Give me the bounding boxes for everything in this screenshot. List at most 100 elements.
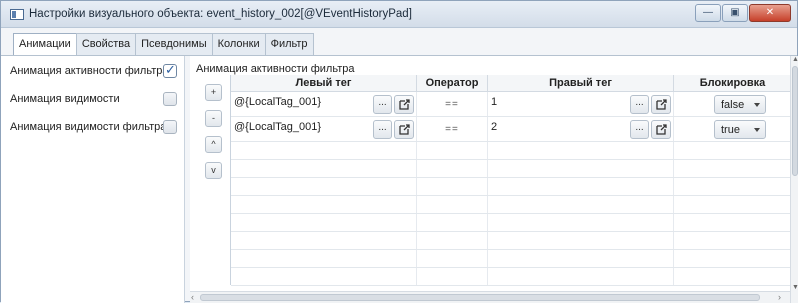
operator-cell[interactable]: ==: [417, 92, 488, 116]
operator-value: ==: [445, 124, 459, 135]
title-bar[interactable]: Настройки визуального объекта: event_his…: [1, 1, 797, 28]
empty-cell: [231, 178, 417, 195]
empty-row: [231, 232, 791, 250]
window-title: Настройки визуального объекта: event_his…: [29, 8, 412, 20]
empty-cell: [417, 196, 488, 213]
column-header-operator[interactable]: Оператор: [417, 75, 488, 92]
empty-cell: [417, 160, 488, 177]
right-tag-cell[interactable]: 1 ...: [488, 92, 674, 116]
left-tag-value: @{LocalTag_001}: [234, 121, 322, 133]
horizontal-scroll-thumb[interactable]: [200, 294, 760, 301]
empty-row: [231, 268, 791, 286]
tab-properties[interactable]: Свойства: [75, 33, 137, 55]
empty-cell: [488, 268, 674, 285]
empty-row: [231, 142, 791, 160]
table-header: Левый тег Оператор Правый тег Блокировка: [231, 75, 791, 92]
scroll-down-icon[interactable]: ▼: [792, 284, 798, 291]
external-link-icon: [399, 124, 410, 135]
animation-item-filter-activity[interactable]: Анимация активности фильтра: [10, 62, 180, 82]
left-tag-cell[interactable]: @{LocalTag_001} ...: [231, 92, 417, 116]
maximize-button[interactable]: ▣: [722, 4, 748, 22]
left-tag-cell[interactable]: @{LocalTag_001} ...: [231, 117, 417, 141]
tab-aliases[interactable]: Псевдонимы: [135, 33, 213, 55]
filter-visibility-checkbox[interactable]: [163, 120, 177, 134]
external-link-icon: [656, 99, 667, 110]
empty-cell: [488, 214, 674, 231]
external-link-icon: [656, 124, 667, 135]
lock-select[interactable]: true: [714, 120, 766, 139]
settings-window: Настройки визуального объекта: event_his…: [0, 0, 798, 303]
move-up-button[interactable]: ^: [205, 136, 222, 153]
empty-cell: [231, 142, 417, 159]
empty-row: [231, 178, 791, 196]
animation-label: Анимация активности фильтра: [10, 65, 169, 77]
filter-activity-checkbox[interactable]: [163, 62, 177, 78]
browse-right-tag-button[interactable]: ...: [630, 120, 649, 139]
empty-cell: [231, 196, 417, 213]
add-row-button[interactable]: +: [205, 84, 222, 101]
empty-cell: [488, 196, 674, 213]
vertical-scrollbar[interactable]: ▲ ▼: [790, 56, 798, 303]
empty-cell: [488, 178, 674, 195]
lock-cell: false: [674, 92, 791, 116]
scroll-right-icon[interactable]: ›: [778, 292, 781, 302]
open-left-tag-button[interactable]: [394, 120, 414, 139]
empty-cell: [488, 142, 674, 159]
empty-row: [231, 160, 791, 178]
chevron-down-icon: [754, 103, 760, 107]
empty-cell: [417, 232, 488, 249]
tab-filter[interactable]: Фильтр: [264, 33, 314, 55]
column-header-lock[interactable]: Блокировка: [674, 75, 791, 92]
table-row[interactable]: @{LocalTag_001} ... == 2 ... true: [231, 117, 791, 142]
empty-cell: [488, 160, 674, 177]
window-controls: — ▣ ✕: [695, 4, 791, 22]
scroll-left-icon[interactable]: ‹: [191, 292, 194, 302]
empty-row: [231, 250, 791, 268]
scroll-up-icon[interactable]: ▲: [792, 56, 798, 63]
empty-cell: [417, 178, 488, 195]
conditions-table: Левый тег Оператор Правый тег Блокировка…: [230, 75, 791, 286]
horizontal-scrollbar[interactable]: ‹ ›: [190, 291, 790, 303]
empty-cell: [231, 214, 417, 231]
empty-row: [231, 196, 791, 214]
chevron-down-icon: [754, 128, 760, 132]
browse-left-tag-button[interactable]: ...: [373, 120, 392, 139]
minimize-button[interactable]: —: [695, 4, 721, 22]
visibility-checkbox[interactable]: [163, 92, 177, 106]
lock-value: false: [721, 99, 745, 111]
move-down-button[interactable]: v: [205, 162, 222, 179]
empty-cell: [231, 250, 417, 267]
section-title: Анимация активности фильтра: [196, 63, 355, 75]
open-right-tag-button[interactable]: [651, 120, 671, 139]
vertical-scroll-thumb[interactable]: [792, 66, 798, 176]
open-right-tag-button[interactable]: [651, 95, 671, 114]
right-tag-value: 1: [491, 96, 498, 108]
tab-bar: Анимации Свойства Псевдонимы Колонки Фил…: [13, 33, 314, 56]
open-left-tag-button[interactable]: [394, 95, 414, 114]
animation-item-filter-visibility[interactable]: Анимация видимости фильтра: [10, 118, 180, 138]
empty-cell: [488, 250, 674, 267]
external-link-icon: [399, 99, 410, 110]
remove-row-button[interactable]: -: [205, 110, 222, 127]
right-tag-cell[interactable]: 2 ...: [488, 117, 674, 141]
column-header-right-tag[interactable]: Правый тег: [488, 75, 674, 92]
tab-animations[interactable]: Анимации: [13, 33, 77, 56]
browse-left-tag-button[interactable]: ...: [373, 95, 392, 114]
operator-cell[interactable]: ==: [417, 117, 488, 141]
lock-value: true: [721, 124, 740, 136]
empty-row: [231, 214, 791, 232]
tab-columns[interactable]: Колонки: [211, 33, 266, 55]
animation-list: Анимация активности фильтра Анимация вид…: [1, 56, 185, 303]
animation-editor: Анимация активности фильтра + - ^ v Левы…: [190, 56, 791, 303]
browse-right-tag-button[interactable]: ...: [630, 95, 649, 114]
animation-item-visibility[interactable]: Анимация видимости: [10, 90, 180, 110]
empty-cell: [231, 232, 417, 249]
empty-cell: [231, 268, 417, 285]
close-button[interactable]: ✕: [749, 4, 791, 22]
column-header-left-tag[interactable]: Левый тег: [231, 75, 417, 92]
empty-cell: [417, 214, 488, 231]
table-row[interactable]: @{LocalTag_001} ... == 1 ... false: [231, 92, 791, 117]
lock-select[interactable]: false: [714, 95, 766, 114]
empty-cell: [417, 268, 488, 285]
empty-cell: [488, 232, 674, 249]
